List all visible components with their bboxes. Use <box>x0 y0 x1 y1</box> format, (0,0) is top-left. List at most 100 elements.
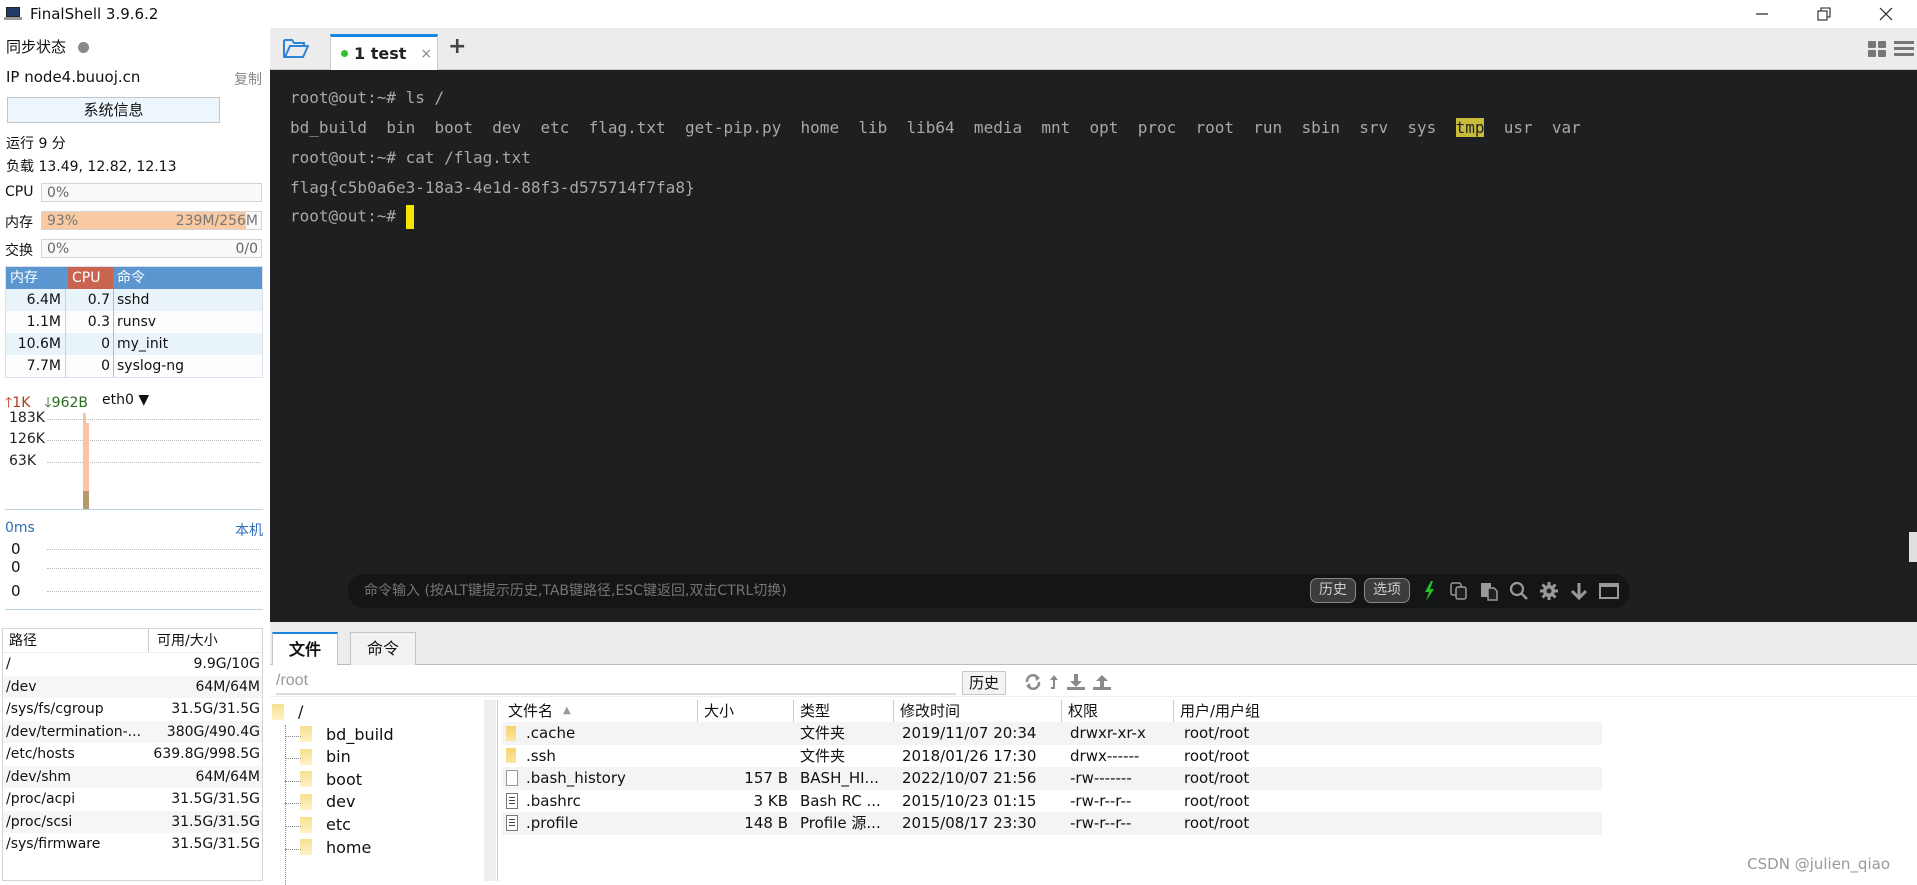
download-icon[interactable] <box>1066 673 1086 695</box>
process-row[interactable]: 1.1M 0.3 runsv <box>6 311 262 333</box>
file-permissions: -rw-r--r-- <box>1070 814 1132 832</box>
process-row[interactable]: 10.6M 0 my_init <box>6 333 262 355</box>
process-mem: 1.1M <box>6 311 66 333</box>
file-owner: root/root <box>1184 746 1250 765</box>
close-button[interactable] <box>1855 0 1917 28</box>
col-header-owner[interactable]: 用户/用户组 <box>1174 700 1300 722</box>
terminal-scrollbar[interactable] <box>1909 532 1917 562</box>
text-file-icon <box>506 792 518 809</box>
tree-item[interactable]: boot <box>300 770 362 789</box>
col-header-permissions[interactable]: 权限 <box>1062 700 1174 722</box>
paste-icon[interactable] <box>1478 580 1500 602</box>
disk-size: 31.5G/31.5G <box>171 791 260 807</box>
restore-button[interactable] <box>1793 0 1855 28</box>
process-cpu: 0.3 <box>66 311 114 333</box>
parent-directory-icon[interactable] <box>1048 673 1060 695</box>
file-icon <box>506 770 518 787</box>
maximize-window-icon[interactable] <box>1598 580 1620 602</box>
add-tab-button[interactable]: + <box>448 34 466 59</box>
file-type: Bash RC ... <box>800 791 881 810</box>
disk-row[interactable]: /sys/fs/cgroup 31.5G/31.5G <box>3 698 262 721</box>
process-row[interactable]: 7.7M 0 syslog-ng <box>6 355 262 377</box>
ping-graph-label: 0 <box>11 540 21 558</box>
ping-graph-label: 0 <box>11 582 21 600</box>
search-icon[interactable] <box>1508 580 1530 602</box>
col-header-mem[interactable]: 内存 <box>6 267 68 289</box>
ping-target[interactable]: 本机 <box>235 520 263 540</box>
tab-commands[interactable]: 命令 <box>350 632 417 665</box>
path-input[interactable] <box>276 669 956 695</box>
ping-graph-label: 0 <box>11 558 21 576</box>
download-arrow-icon[interactable] <box>1568 580 1590 602</box>
options-button[interactable]: 选项 <box>1364 578 1410 603</box>
tree-item[interactable]: bin <box>300 747 351 766</box>
tree-item[interactable]: etc <box>300 815 351 834</box>
col-header-filename[interactable]: 文件名 ▲ <box>502 700 698 722</box>
command-input[interactable] <box>364 574 1264 608</box>
disk-row[interactable]: /dev 64M/64M <box>3 675 262 698</box>
disk-row[interactable]: /proc/scsi 31.5G/31.5G <box>3 810 262 833</box>
open-folder-icon[interactable] <box>282 36 310 62</box>
file-row[interactable]: .ssh 文件夹 2018/01/26 17:30 drwx------ roo… <box>502 745 1602 768</box>
history-button[interactable]: 历史 <box>1310 578 1356 603</box>
session-tab[interactable]: 1 test × <box>330 34 438 70</box>
terminal-cursor <box>405 205 414 229</box>
tree-root[interactable]: / <box>272 702 303 721</box>
disk-row[interactable]: / 9.9G/10G <box>3 653 262 676</box>
sync-status: 同步状态 <box>6 36 90 57</box>
upload-icon[interactable] <box>1092 673 1112 695</box>
disk-row[interactable]: /etc/hosts 639.8G/998.5G <box>3 743 262 766</box>
disk-row[interactable]: /proc/acpi 31.5G/31.5G <box>3 788 262 811</box>
col-header-path[interactable]: 路径 <box>3 629 149 652</box>
grid-view-icon[interactable] <box>1867 40 1887 62</box>
col-header-size[interactable]: 可用/大小 <box>149 629 262 652</box>
file-row[interactable]: .profile 148 B Profile 源... 2015/08/17 2… <box>502 812 1602 835</box>
tree-scrollbar[interactable] <box>484 700 496 881</box>
copy-icon[interactable] <box>1448 580 1470 602</box>
minimize-button[interactable] <box>1731 0 1793 28</box>
tab-files[interactable]: 文件 <box>272 632 339 665</box>
file-row[interactable]: .bashrc 3 KB Bash RC ... 2015/10/23 01:1… <box>502 790 1602 813</box>
col-header-mtime[interactable]: 修改时间 <box>894 700 1062 722</box>
disk-row[interactable]: /dev/shm 64M/64M <box>3 765 262 788</box>
col-header-type[interactable]: 类型 <box>794 700 894 722</box>
connected-status-icon <box>341 50 348 57</box>
file-row[interactable]: .bash_history 157 B BASH_HI... 2022/10/0… <box>502 767 1602 790</box>
tree-item[interactable]: home <box>300 838 371 857</box>
terminal[interactable]: root@out:~# ls / bd_build bin boot dev e… <box>270 70 1917 622</box>
cpu-percent: 0% <box>47 185 70 201</box>
refresh-icon[interactable] <box>1024 673 1042 695</box>
terminal-line: root@out:~# ls / <box>290 88 445 107</box>
terminal-line: root@out:~# cat /flag.txt <box>290 148 531 167</box>
tree-item-label: / <box>298 702 304 721</box>
copy-ip-button[interactable]: 复制 <box>234 69 262 89</box>
process-mem: 10.6M <box>6 333 66 355</box>
process-row[interactable]: 6.4M 0.7 sshd <box>6 289 262 311</box>
process-mem: 7.7M <box>6 355 66 377</box>
close-tab-icon[interactable]: × <box>420 46 432 62</box>
disk-row[interactable]: /dev/termination-... 380G/490.4G <box>3 720 262 743</box>
lightning-icon[interactable] <box>1418 580 1440 602</box>
system-info-button[interactable]: 系统信息 <box>7 97 220 123</box>
process-command: sshd <box>117 292 150 308</box>
col-header-command[interactable]: 命令 <box>113 267 262 289</box>
tree-item[interactable]: dev <box>300 792 355 811</box>
settings-gear-icon[interactable] <box>1538 580 1560 602</box>
folder-icon <box>506 725 516 741</box>
file-owner: root/root <box>1184 769 1250 787</box>
tree-item-label: dev <box>326 792 356 812</box>
col-header-cpu[interactable]: CPU <box>68 267 113 289</box>
file-name: .cache <box>526 724 576 742</box>
mem-value: 239M/256M <box>175 213 258 229</box>
file-name: .bashrc <box>526 791 581 810</box>
folder-icon <box>506 748 516 764</box>
net-graph-label: 63K <box>9 453 36 469</box>
watermark: CSDN @julien_qiao <box>1747 855 1890 873</box>
tree-item[interactable]: bd_build <box>300 725 394 744</box>
path-history-button[interactable]: 历史 <box>962 671 1007 695</box>
net-graph-label: 126K <box>9 431 45 447</box>
file-row[interactable]: .cache 文件夹 2019/11/07 20:34 drwxr-xr-x r… <box>502 722 1602 745</box>
disk-row[interactable]: /sys/firmware 31.5G/31.5G <box>3 833 262 856</box>
list-view-icon[interactable] <box>1893 40 1915 62</box>
col-header-size[interactable]: 大小 <box>698 700 794 722</box>
